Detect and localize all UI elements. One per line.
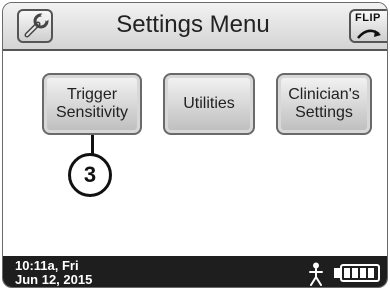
trigger-sensitivity-label: Trigger Sensitivity <box>55 86 129 121</box>
time-text: 10:11a, Fri <box>15 258 79 273</box>
datetime-display: 10:11a, Fri Jun 12, 2015 <box>15 259 92 287</box>
person-icon <box>309 262 323 286</box>
flip-button[interactable]: FLIP <box>349 9 387 43</box>
wrench-icon <box>24 12 50 38</box>
device-screen: Settings Menu FLIP Trigger Sensitivity U… <box>0 0 390 290</box>
page-title: Settings Menu <box>116 11 270 38</box>
battery-icon <box>340 264 380 282</box>
callout-number: 3 <box>68 153 112 197</box>
utilities-button[interactable]: Utilities <box>163 73 255 135</box>
header-bar: Settings Menu FLIP <box>3 3 387 51</box>
clinicians-settings-label: Clinician's Settings <box>288 86 360 121</box>
settings-home-button[interactable] <box>17 9 53 43</box>
battery-level <box>344 268 374 278</box>
callout-leader-line <box>91 135 94 155</box>
status-bar: 10:11a, Fri Jun 12, 2015 <box>3 256 387 287</box>
utilities-label: Utilities <box>183 95 235 112</box>
clinicians-settings-button[interactable]: Clinician's Settings <box>276 73 372 135</box>
screen-frame: Settings Menu FLIP Trigger Sensitivity U… <box>2 2 388 288</box>
rotate-arrow-icon <box>357 29 381 39</box>
trigger-sensitivity-button[interactable]: Trigger Sensitivity <box>42 73 142 135</box>
date-text: Jun 12, 2015 <box>15 272 93 287</box>
flip-label: FLIP <box>355 12 381 24</box>
